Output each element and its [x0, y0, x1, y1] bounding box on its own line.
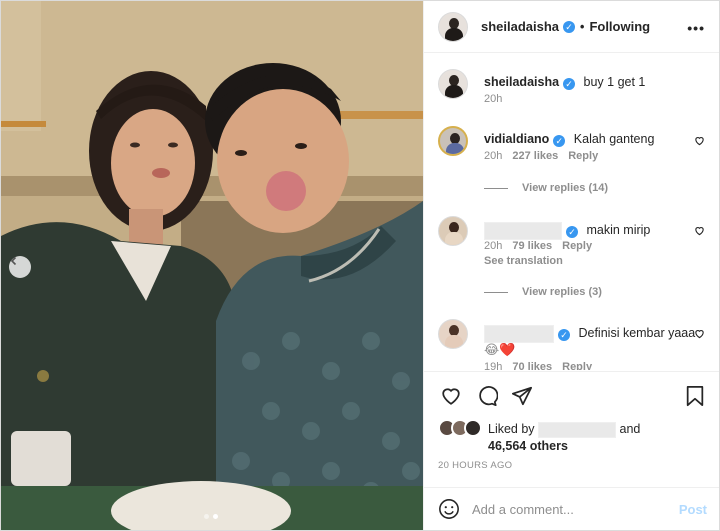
view-replies-label: View replies (3): [522, 286, 602, 298]
author-username[interactable]: sheiladaisha: [481, 19, 559, 34]
view-replies-button[interactable]: View replies (14): [484, 182, 608, 194]
comment-text: ✓ Definisi kembar yaaa: [484, 325, 695, 343]
more-options-icon[interactable]: •••: [687, 20, 705, 36]
comment-likes[interactable]: 70 likes: [512, 361, 552, 370]
carousel-indicator: [204, 514, 218, 519]
caption-meta: 20h: [484, 93, 502, 105]
liker-avatar[interactable]: [464, 419, 482, 437]
commenter-avatar[interactable]: [438, 216, 468, 246]
comment-likes[interactable]: 79 likes: [512, 240, 552, 252]
comment-text: ✓ makin mirip: [484, 222, 650, 240]
comment-meta: 20h 227 likes Reply: [484, 150, 598, 162]
verified-badge-icon: ✓: [566, 226, 578, 239]
comment-time: 19h: [484, 361, 503, 370]
author-avatar[interactable]: [438, 11, 468, 42]
caption-username[interactable]: sheiladaisha: [484, 75, 559, 89]
reply-button[interactable]: Reply: [568, 150, 598, 162]
post-photo[interactable]: [1, 1, 423, 530]
commenter-avatar[interactable]: [438, 126, 468, 156]
comment-likes[interactable]: 227 likes: [512, 150, 558, 162]
comment-input[interactable]: [472, 501, 662, 517]
emoji-icon[interactable]: [438, 498, 460, 520]
comment-time: 20h: [484, 150, 503, 162]
comment-emoji: 😂❤️: [484, 342, 516, 357]
likes-count[interactable]: 46,564 others: [488, 439, 568, 453]
post-details-panel: sheiladaisha ✓ • Following ••• sheiladai…: [423, 1, 719, 530]
caption-text: sheiladaisha ✓ buy 1 get 1: [484, 75, 645, 90]
carousel-dot-active: [213, 514, 218, 519]
comment-username[interactable]: vidialdiano: [484, 132, 549, 146]
redacted-username: [484, 325, 554, 343]
post-timestamp: 20 HOURS AGO: [438, 460, 513, 471]
verified-badge-icon: ✓: [558, 329, 570, 342]
instagram-post-window: sheiladaisha ✓ • Following ••• sheiladai…: [0, 0, 720, 531]
share-icon[interactable]: [511, 385, 533, 407]
post-header: sheiladaisha ✓ • Following •••: [424, 1, 719, 53]
like-comment-heart-icon[interactable]: [694, 225, 705, 236]
reply-button[interactable]: Reply: [562, 361, 592, 370]
comment-icon[interactable]: [476, 385, 498, 407]
caption-body: buy 1 get 1: [583, 75, 646, 89]
translation-meta: See translation: [484, 255, 563, 267]
author-avatar[interactable]: [438, 69, 468, 99]
verified-badge-icon: ✓: [563, 78, 576, 90]
see-translation-link[interactable]: See translation: [484, 255, 563, 267]
likes-text: Liked by and 46,564 others: [488, 421, 640, 454]
add-comment-bar: Post: [424, 487, 719, 530]
carousel-prev-button[interactable]: [9, 256, 31, 278]
heart-icon[interactable]: [440, 385, 462, 407]
post-action-bar: [424, 371, 719, 419]
carousel-dot: [204, 514, 209, 519]
verified-badge-icon: ✓: [563, 20, 576, 33]
verified-badge-icon: ✓: [553, 135, 566, 147]
bookmark-icon[interactable]: [685, 385, 705, 407]
comment-emoji-line: 😂❤️: [484, 342, 515, 358]
comment-text: vidialdiano ✓ Kalah ganteng: [484, 132, 654, 147]
comment-body: makin mirip: [586, 223, 651, 238]
post-comment-button[interactable]: Post: [679, 502, 707, 517]
caption-time: 20h: [484, 93, 503, 105]
view-replies-button[interactable]: View replies (3): [484, 286, 602, 298]
chevron-left-icon: [10, 256, 17, 266]
photo-illustration: [1, 1, 423, 530]
comment-body: Kalah ganteng: [573, 132, 655, 146]
liked-by-label: Liked by: [488, 422, 535, 436]
comment-body: Definisi kembar yaaa: [578, 326, 696, 341]
like-comment-heart-icon[interactable]: [694, 135, 705, 146]
reply-button[interactable]: Reply: [562, 240, 592, 252]
separator-dot: •: [580, 19, 585, 34]
comments-list[interactable]: sheiladaisha ✓ buy 1 get 1 20h vidialdian…: [424, 54, 719, 370]
like-comment-heart-icon[interactable]: [694, 328, 705, 339]
comment-meta: 19h 70 likes Reply: [484, 361, 592, 370]
comment-time: 20h: [484, 240, 503, 252]
redacted-liker-name[interactable]: [538, 421, 617, 438]
following-button[interactable]: Following: [589, 19, 650, 34]
commenter-avatar[interactable]: [438, 319, 468, 349]
redacted-username: [484, 222, 562, 240]
and-label: and: [619, 422, 641, 436]
view-replies-label: View replies (14): [522, 182, 609, 194]
comment-meta: 20h 79 likes Reply: [484, 240, 592, 252]
